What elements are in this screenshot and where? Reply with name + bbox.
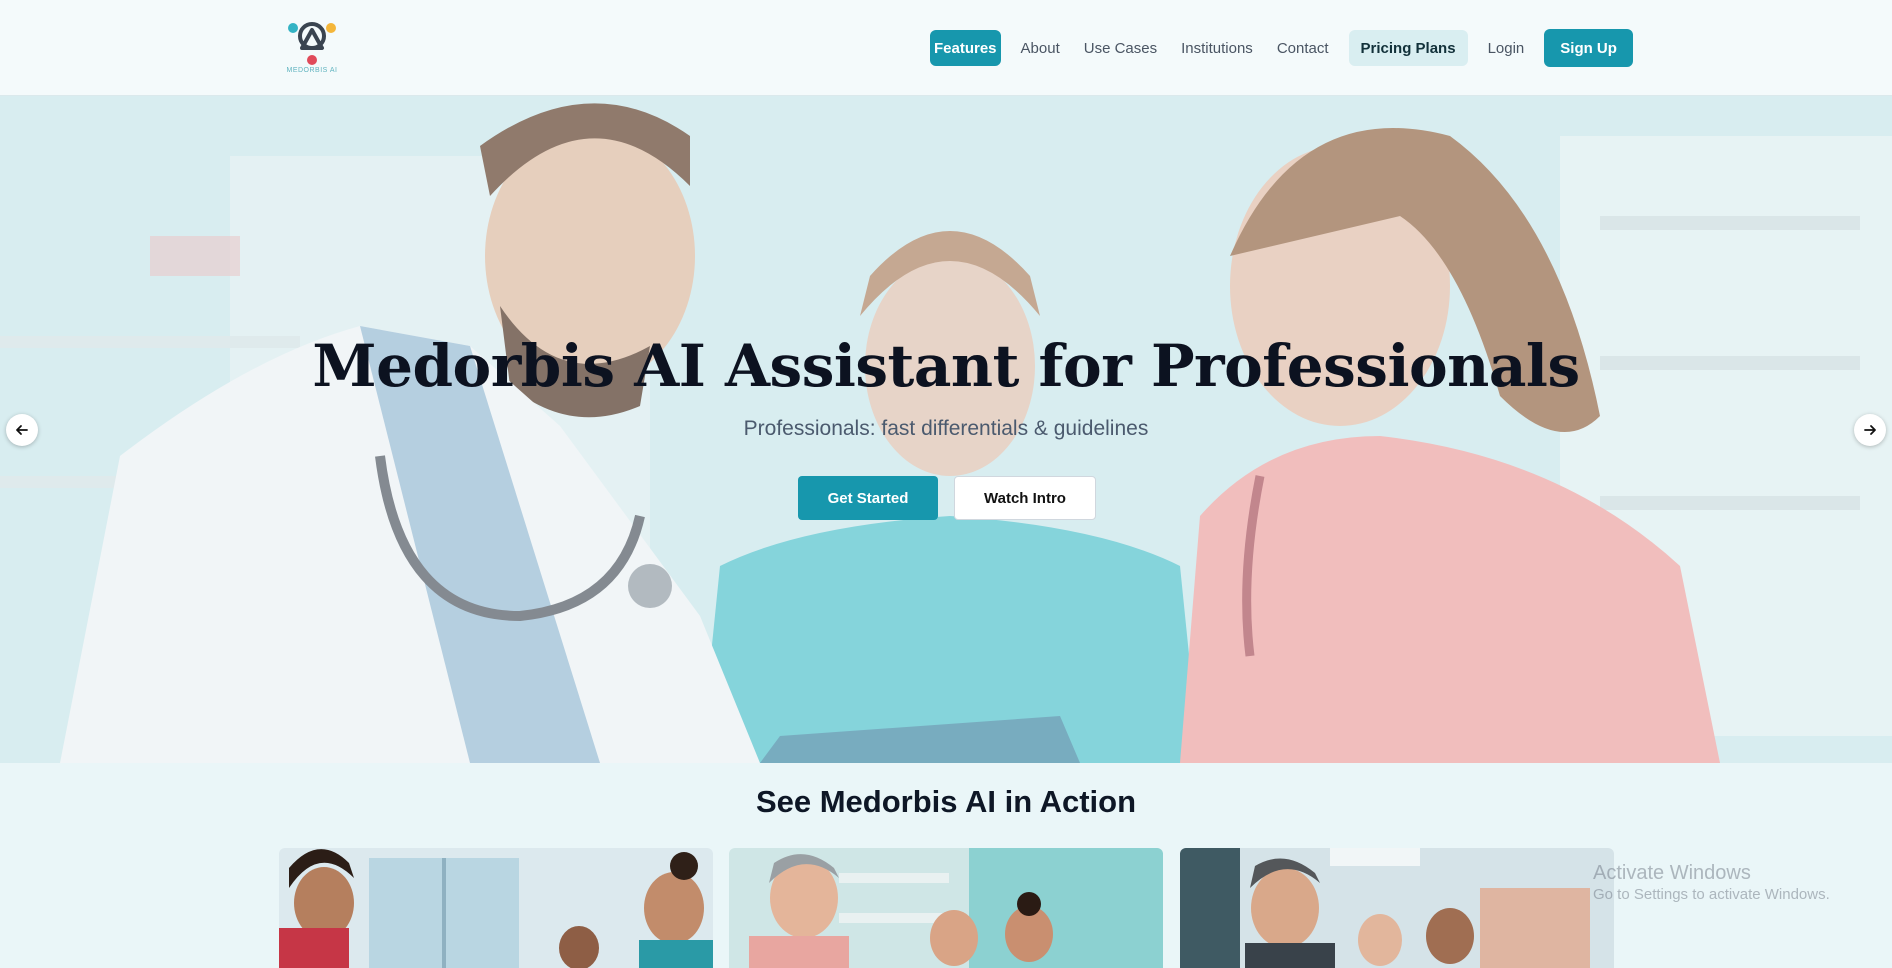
logo-mark-icon	[288, 22, 336, 65]
action-card-image	[279, 848, 713, 968]
nav-contact[interactable]: Contact	[1265, 30, 1341, 66]
carousel-prev-button[interactable]	[6, 414, 38, 446]
activate-windows-watermark: Activate Windows Go to Settings to activ…	[1593, 862, 1830, 906]
nav-about[interactable]: About	[1009, 30, 1072, 66]
arrow-left-icon	[16, 425, 28, 435]
hero-subtitle: Professionals: fast differentials & guid…	[743, 417, 1149, 440]
get-started-button[interactable]: Get Started	[798, 476, 938, 520]
action-card-3[interactable]	[1180, 848, 1614, 968]
action-card-image	[1180, 848, 1614, 968]
carousel-next-button[interactable]	[1854, 414, 1886, 446]
action-card-1[interactable]	[279, 848, 713, 968]
nav-login[interactable]: Login	[1476, 30, 1537, 66]
nav-institutions[interactable]: Institutions	[1169, 30, 1265, 66]
main-nav: Features About Use Cases Institutions Co…	[930, 29, 1633, 67]
section-title: See Medorbis AI in Action	[755, 784, 1137, 819]
arrow-right-icon	[1864, 425, 1876, 435]
watch-intro-button[interactable]: Watch Intro	[954, 476, 1096, 520]
site-header: MEDORBIS AI Features About Use Cases Ins…	[0, 0, 1892, 96]
watermark-line-2: Go to Settings to activate Windows.	[1593, 886, 1830, 903]
action-card-image	[729, 848, 1163, 968]
hero-carousel: Medorbis AI Assistant for Professionals …	[0, 96, 1892, 763]
hero-title: Medorbis AI Assistant for Professionals	[312, 332, 1580, 400]
brand-logo[interactable]: MEDORBIS AI	[284, 14, 340, 80]
action-card-2[interactable]	[729, 848, 1163, 968]
logo-text: MEDORBIS AI	[286, 67, 338, 74]
watermark-line-1: Activate Windows	[1593, 862, 1751, 884]
nav-features[interactable]: Features	[930, 30, 1001, 66]
sign-up-button[interactable]: Sign Up	[1544, 29, 1633, 67]
nav-use-cases[interactable]: Use Cases	[1072, 30, 1169, 66]
nav-pricing-plans[interactable]: Pricing Plans	[1348, 30, 1468, 66]
